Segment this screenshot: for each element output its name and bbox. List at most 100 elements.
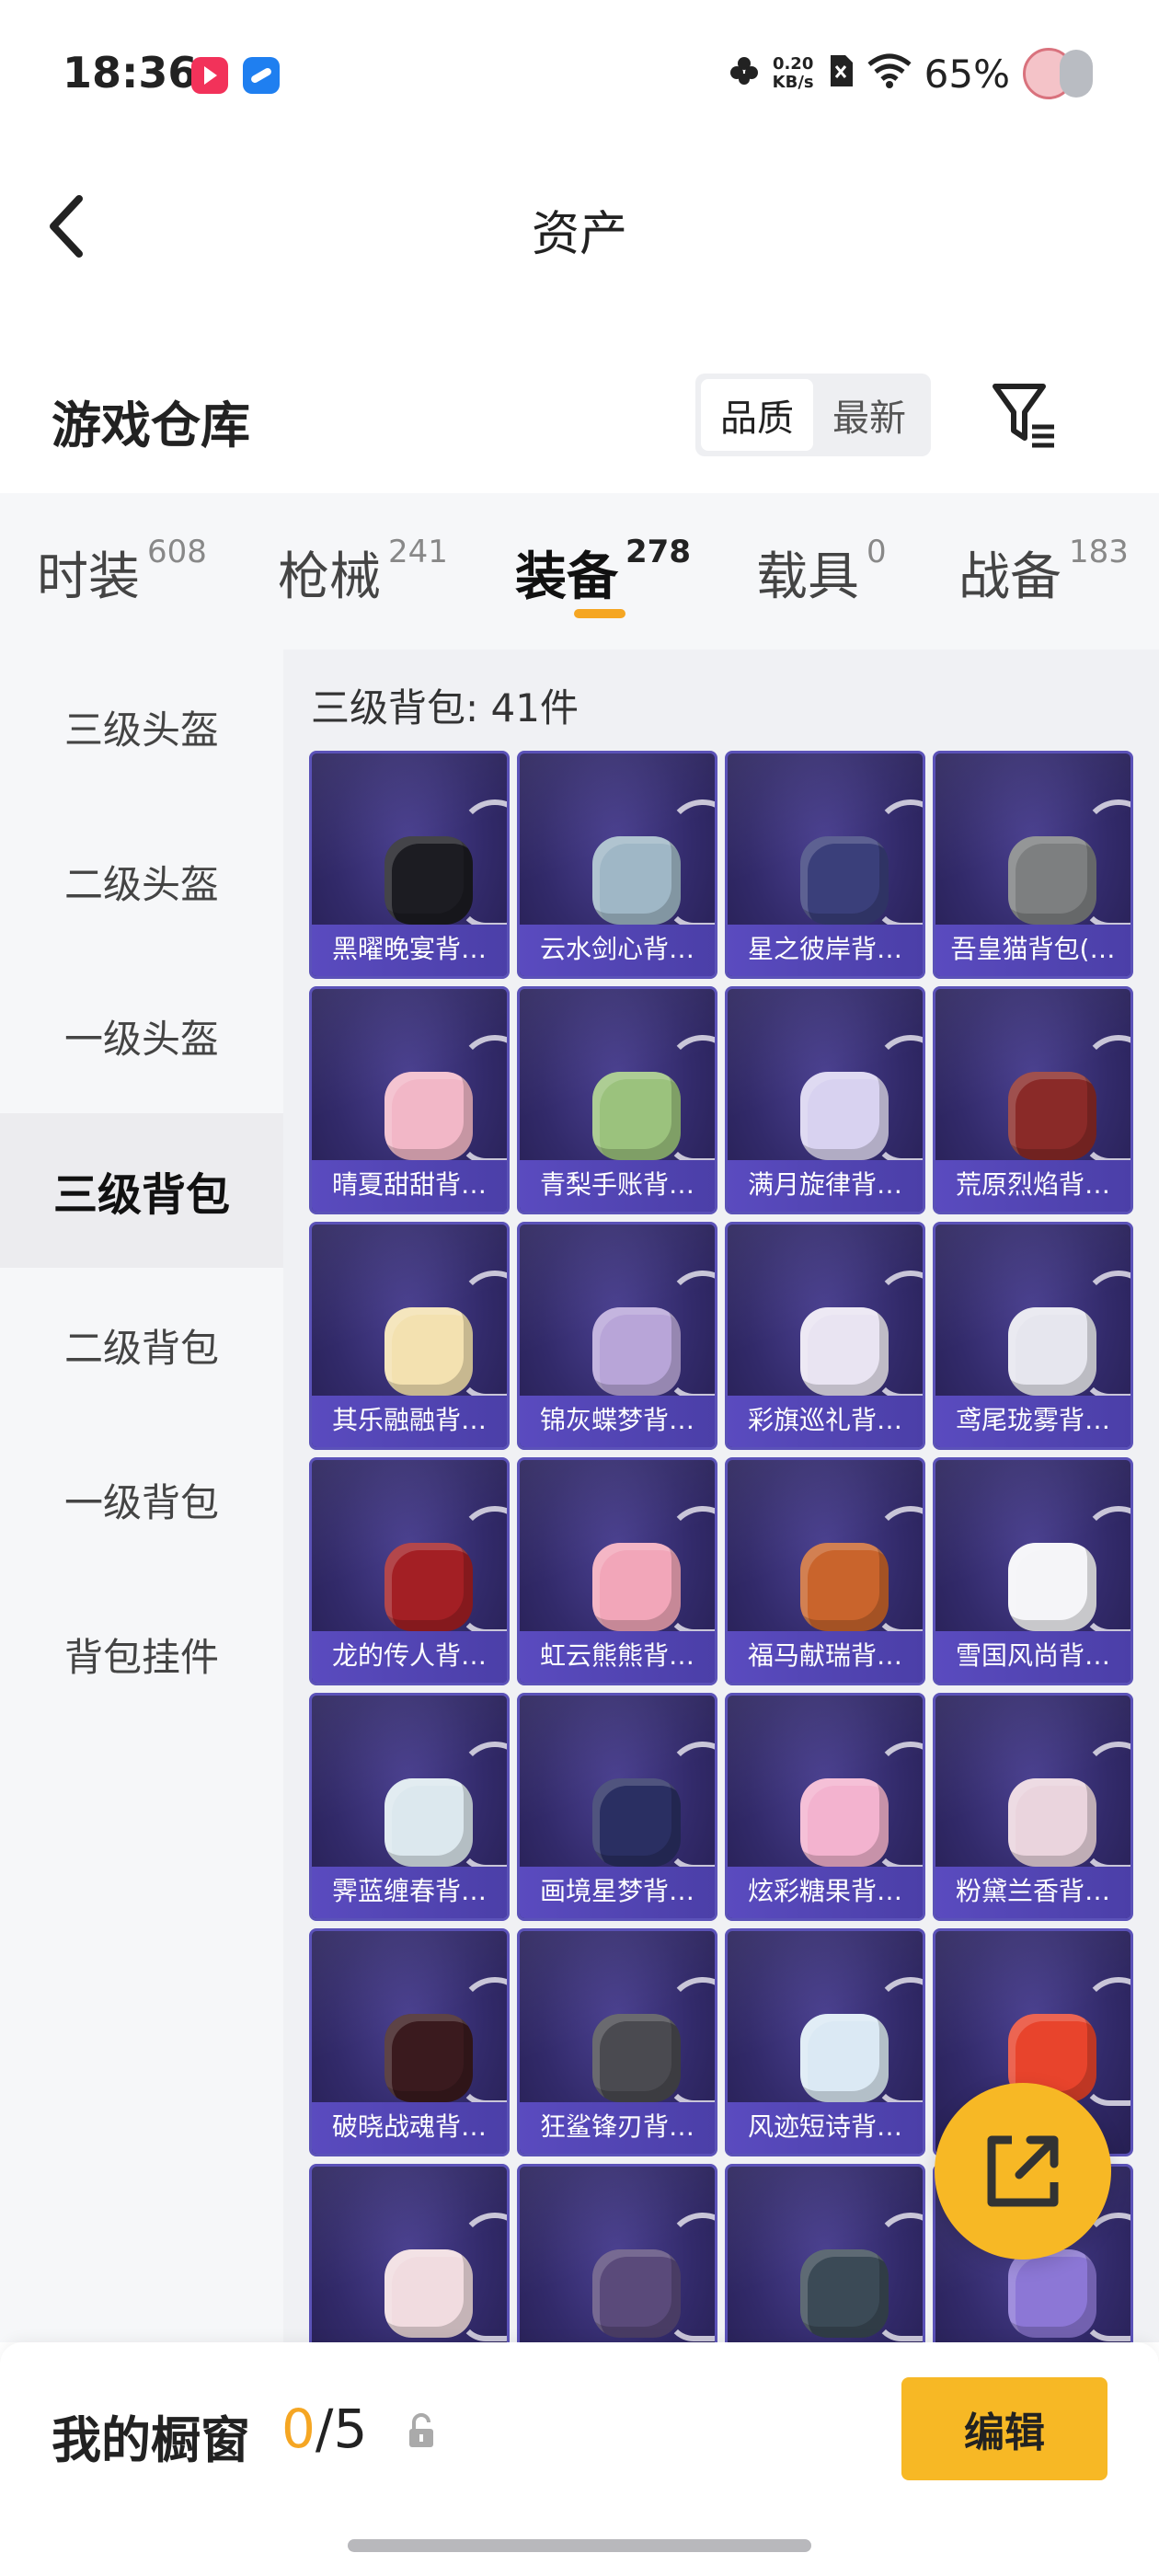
backpack-image <box>981 1959 1130 2106</box>
backpack-card[interactable]: 晴夏甜甜背… <box>309 986 510 1214</box>
backpack-card[interactable]: 青梨手账背… <box>517 986 717 1214</box>
backpack-image <box>565 1252 715 1399</box>
backpack-card[interactable]: 荒原烈焰背… <box>933 986 1133 1214</box>
browser-app-icon <box>243 57 280 94</box>
backpack-name: 炫彩糖果背… <box>728 1867 923 1918</box>
backpack-card[interactable]: 霁蓝缠春背… <box>309 1693 510 1921</box>
backpack-image <box>773 1488 923 1635</box>
backpack-name: 霁蓝缠春背… <box>312 1867 507 1918</box>
backpack-image <box>357 1252 507 1399</box>
backpack-image <box>773 2194 923 2341</box>
backpack-card[interactable]: 狂鲨锋刃背… <box>517 1928 717 2156</box>
header: 资产 <box>0 147 1159 304</box>
backpack-name: 虹云熊熊背… <box>520 1631 715 1683</box>
backpack-card[interactable]: 粉黛兰香背… <box>933 1693 1133 1921</box>
video-app-icon <box>191 57 228 94</box>
backpack-name: 雪国风尚背… <box>935 1631 1130 1683</box>
backpack-image <box>357 1959 507 2106</box>
backpack-card[interactable] <box>517 2164 717 2342</box>
showcase-total: /5 <box>315 2398 368 2460</box>
backpack-name: 星之彼岸背… <box>728 925 923 976</box>
backpack-image <box>981 1252 1130 1399</box>
net-speed: 0.20 KB/s <box>773 55 814 92</box>
tab-label: 载具 <box>756 547 859 607</box>
tab-firearms[interactable]: 枪械 241 <box>278 534 448 610</box>
backpack-image <box>773 1252 923 1399</box>
category-tabs: 时装 608 枪械 241 装备 278 载具 0 战备 183 <box>0 493 1159 650</box>
showcase-count: 0/5 <box>281 2398 367 2460</box>
home-indicator[interactable] <box>348 2539 811 2552</box>
backpack-card[interactable]: 虹云熊熊背… <box>517 1457 717 1685</box>
backpack-name: 晴夏甜甜背… <box>312 1160 507 1212</box>
backpack-image <box>773 1017 923 1164</box>
sidebar-item-level2-backpack[interactable]: 二级背包 <box>0 1268 283 1422</box>
sidebar-item-level1-backpack[interactable]: 一级背包 <box>0 1422 283 1577</box>
backpack-card[interactable]: 满月旋律背… <box>725 986 925 1214</box>
backpack-name: 其乐融融背… <box>312 1396 507 1447</box>
tab-label: 装备 <box>515 547 618 607</box>
backpack-card[interactable]: 吾皇猫背包(… <box>933 751 1133 979</box>
tab-equipment[interactable]: 装备 278 <box>515 534 691 610</box>
warehouse-title: 游戏仓库 <box>52 397 250 454</box>
backpack-card[interactable]: 龙的传人背… <box>309 1457 510 1685</box>
backpack-card[interactable]: 星之彼岸背… <box>725 751 925 979</box>
backpack-card[interactable]: 彩旗巡礼背… <box>725 1222 925 1450</box>
sidebar-item-level2-helmet[interactable]: 二级头盔 <box>0 804 283 959</box>
tab-fashion[interactable]: 时装 608 <box>37 534 207 610</box>
backpack-image <box>357 1017 507 1164</box>
backpack-image <box>565 1723 715 1870</box>
backpack-card[interactable]: 鸢尾珑雾背… <box>933 1222 1133 1450</box>
sidebar-item-level3-helmet[interactable]: 三级头盔 <box>0 650 283 804</box>
backpack-name: 吾皇猫背包(… <box>935 925 1130 976</box>
battery-level: 65% <box>924 51 1010 97</box>
tab-label: 时装 <box>37 547 140 607</box>
net-speed-value: 0.20 <box>772 54 814 74</box>
tab-count: 0 <box>866 534 887 570</box>
avatar-icon <box>1023 46 1095 101</box>
backpack-card[interactable]: 福马献瑞背… <box>725 1457 925 1685</box>
sidebar-item-level3-backpack[interactable]: 三级背包 <box>0 1113 283 1268</box>
backpack-image <box>981 781 1130 928</box>
tab-count: 241 <box>388 534 448 570</box>
filter-button[interactable] <box>990 377 1058 451</box>
backpack-image <box>565 1959 715 2106</box>
sort-latest-option[interactable]: 最新 <box>813 379 925 451</box>
sort-toggle: 品质 最新 <box>695 374 931 456</box>
status-time: 18:36 <box>63 48 198 98</box>
backpack-image <box>357 1723 507 1870</box>
backpack-card[interactable]: 风迹短诗背… <box>725 1928 925 2156</box>
backpack-image <box>981 1488 1130 1635</box>
backpack-card[interactable]: 破晓战魂背… <box>309 1928 510 2156</box>
backpack-name: 彩旗巡礼背… <box>728 1396 923 1447</box>
tab-supplies[interactable]: 战备 183 <box>958 534 1129 610</box>
backpack-image <box>981 1017 1130 1164</box>
backpack-card[interactable]: 云水剑心背… <box>517 751 717 979</box>
sort-quality-option[interactable]: 品质 <box>701 379 813 451</box>
backpack-card[interactable]: 雪国风尚背… <box>933 1457 1133 1685</box>
backpack-image <box>981 1723 1130 1870</box>
backpack-card[interactable] <box>725 2164 925 2342</box>
edit-button[interactable]: 编辑 <box>901 2377 1107 2480</box>
active-tab-indicator <box>574 609 625 618</box>
filter-icon <box>993 384 1054 448</box>
backpack-card[interactable]: 黑曜晚宴背… <box>309 751 510 979</box>
backpack-image <box>773 1723 923 1870</box>
backpack-name: 鸢尾珑雾背… <box>935 1396 1130 1447</box>
backpack-image <box>773 1959 923 2106</box>
share-button[interactable] <box>935 2083 1111 2260</box>
sidebar-item-backpack-charm[interactable]: 背包挂件 <box>0 1577 283 1731</box>
backpack-card[interactable]: 锦灰蝶梦背… <box>517 1222 717 1450</box>
net-speed-unit: KB/s <box>772 73 814 92</box>
backpack-name: 狂鲨锋刃背… <box>520 2102 715 2154</box>
backpack-card[interactable]: 画境星梦背… <box>517 1693 717 1921</box>
tab-count: 183 <box>1069 534 1129 570</box>
showcase-label: 我的橱窗 <box>52 2411 250 2469</box>
backpack-card[interactable]: 其乐融融背… <box>309 1222 510 1450</box>
backpack-card[interactable]: 炫彩糖果背… <box>725 1693 925 1921</box>
backpack-image <box>565 2194 715 2341</box>
warehouse-row: 游戏仓库 品质 最新 <box>0 368 1159 469</box>
backpack-card[interactable] <box>309 2164 510 2342</box>
tab-count: 278 <box>625 534 691 570</box>
sidebar-item-level1-helmet[interactable]: 一级头盔 <box>0 959 283 1113</box>
tab-vehicles[interactable]: 载具 0 <box>756 534 887 610</box>
